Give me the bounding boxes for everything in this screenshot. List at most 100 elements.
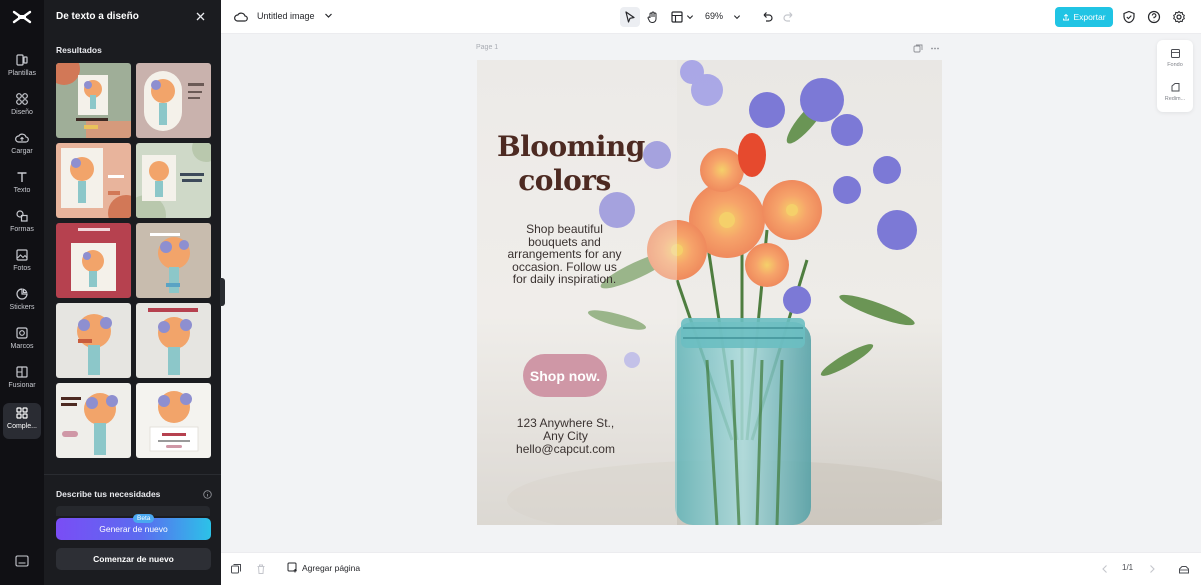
resize-tool[interactable]: Redim... [1157,82,1193,102]
page-count: 1/1 [1122,563,1134,572]
bottom-toolbar: Agregar página 1/1 [221,552,1201,585]
result-thumbnail[interactable] [136,143,211,218]
background-tool[interactable]: Fondo [1157,48,1193,68]
rail-item-templates[interactable]: Plantillas [0,50,44,86]
headline-line: colors [518,164,611,197]
rail-item-merge[interactable]: Fusionar [0,362,44,398]
more-options-icon[interactable] [930,44,940,53]
result-thumbnail[interactable] [56,63,131,138]
document-title[interactable]: Untitled image [257,11,315,21]
design-canvas[interactable]: Blooming colors Shop beautiful bouquets … [477,60,942,525]
text-to-design-panel: De texto a diseño Resultados Describe tu… [44,0,221,585]
chevron-right-icon[interactable] [1146,563,1158,575]
add-page-label: Agregar página [302,562,361,573]
redo-icon[interactable] [782,10,796,24]
page-manager-icon[interactable] [1178,563,1190,575]
rail-item-frames[interactable]: Marcos [0,323,44,359]
panel-collapse-handle[interactable] [220,278,225,306]
upload-icon [15,133,29,143]
side-tools-card: Fondo Redim... [1157,40,1193,112]
rail-item-text[interactable]: Texto [0,167,44,203]
result-thumbnail[interactable] [56,383,131,458]
layout-icon[interactable] [670,10,684,24]
duplicate-page-icon[interactable] [913,44,923,53]
add-page-button[interactable]: Agregar página [287,562,360,573]
rail-item-upload[interactable]: Cargar [0,128,44,164]
rail-item-label: Fotos [13,265,31,272]
headline-line: Blooming [497,130,645,163]
start-over-button[interactable]: Comenzar de nuevo [56,548,211,570]
result-thumbnail[interactable] [136,223,211,298]
result-thumbnail[interactable] [136,303,211,378]
headline[interactable]: Blooming colors [497,130,645,198]
help-icon[interactable] [1147,10,1161,24]
rail-item-label: Cargar [11,148,33,155]
rail-item-label: Texto [13,187,31,194]
zoom-level[interactable]: 69% [705,11,723,21]
page-label: Page 1 [476,44,499,51]
resize-label: Redim... [1164,96,1186,102]
rail-item-plugins[interactable]: Comple... [3,403,41,439]
top-toolbar: Untitled image 69% Exportar [221,0,1201,34]
chevron-down-icon[interactable] [733,13,741,21]
chevron-left-icon[interactable] [1099,563,1111,575]
email-line: hello@capcut.com [516,442,615,456]
rail-item-stickers[interactable]: Stickers [0,284,44,320]
export-button[interactable]: Exportar [1055,7,1113,27]
add-page-icon [287,562,297,573]
result-thumbnail[interactable] [56,143,131,218]
undo-icon[interactable] [760,10,774,24]
settings-gear-icon[interactable] [1172,10,1186,24]
templates-icon [16,54,28,66]
layers-icon[interactable] [230,563,242,575]
shop-now-button[interactable]: Shop now. [523,354,607,397]
rail-item-label: Fusionar [8,382,36,389]
chevron-down-icon[interactable] [324,11,333,20]
info-icon[interactable] [203,490,212,499]
rail-item-label: Comple... [7,423,37,430]
body-copy[interactable]: Shop beautiful bouquets and arrangements… [507,223,622,286]
stickers-icon [16,288,28,300]
rail-item-shapes[interactable]: Formas [0,206,44,242]
rail-item-photos[interactable]: Fotos [0,245,44,281]
hand-tool-icon[interactable] [646,10,660,24]
rail-item-label: Formas [10,226,34,233]
result-thumbnail[interactable] [136,383,211,458]
merge-icon [16,366,28,378]
results-heading: Resultados [56,45,102,55]
rail-item-label: Marcos [10,343,34,350]
rail-item-label: Stickers [9,304,35,311]
describe-needs-input[interactable] [56,506,210,516]
shapes-icon [16,210,28,222]
chevron-down-icon[interactable] [686,13,694,21]
export-icon [1063,13,1070,21]
beta-badge: Beta [133,514,155,523]
text-icon [17,172,27,182]
capcut-logo-icon[interactable] [12,9,32,25]
describe-needs-heading: Describe tus necesidades [56,489,161,499]
rail-item-label: Diseño [11,109,33,116]
close-icon[interactable] [195,11,206,22]
rail-item-design[interactable]: Diseño [0,89,44,125]
rail-item-label: Plantillas [7,70,36,77]
result-thumbnail[interactable] [136,63,211,138]
contact-address[interactable]: 123 Anywhere St., Any City hello@capcut.… [497,417,634,456]
keyboard-icon[interactable] [15,555,29,567]
background-icon [1170,49,1180,58]
export-label: Exportar [1073,12,1106,22]
resize-icon [1171,83,1179,92]
delete-icon[interactable] [255,563,267,575]
photos-icon [16,249,28,261]
result-thumbnail[interactable] [56,303,131,378]
select-pointer-icon[interactable] [623,10,637,24]
plugins-icon [16,407,28,419]
background-label: Fondo [1167,62,1183,68]
panel-divider [44,474,221,475]
shield-icon[interactable] [1122,10,1136,24]
cloud-save-icon[interactable] [234,10,248,24]
result-thumbnail[interactable] [56,223,131,298]
panel-title: De texto a diseño [56,11,139,22]
frames-icon [16,327,28,339]
design-icon [16,93,28,105]
icon-rail: Plantillas Diseño Cargar Texto Formas Fo… [0,0,44,585]
